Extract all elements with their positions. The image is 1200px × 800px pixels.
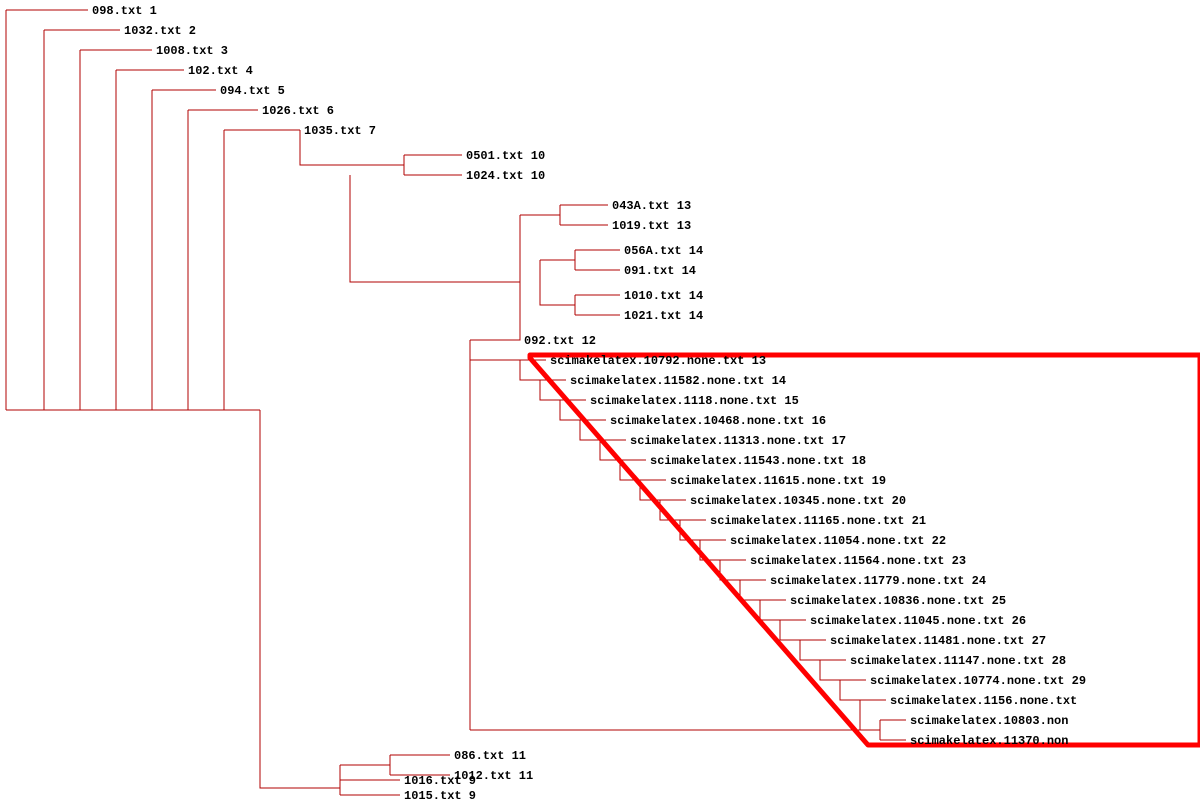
leaf-label: 1019.txt 13 bbox=[612, 219, 691, 233]
connector bbox=[860, 700, 880, 730]
leaf-label: 056A.txt 14 bbox=[624, 244, 703, 258]
connector bbox=[800, 640, 820, 660]
leaf-label: 1021.txt 14 bbox=[624, 309, 703, 323]
leaf-label: scimakelatex.11045.none.txt 26 bbox=[810, 614, 1026, 628]
leaf-label: scimakelatex.11615.none.txt 19 bbox=[670, 474, 886, 488]
leaf-label: scimakelatex.10468.none.txt 16 bbox=[610, 414, 826, 428]
connector bbox=[760, 600, 780, 620]
leaf-label: scimakelatex.10792.none.txt 13 bbox=[550, 354, 766, 368]
leaf-label: scimakelatex.11147.none.txt 28 bbox=[850, 654, 1066, 668]
leaf-label: 1010.txt 14 bbox=[624, 289, 703, 303]
leaf-label: scimakelatex.11370.non bbox=[910, 734, 1068, 748]
leaf-label: scimakelatex.11582.none.txt 14 bbox=[570, 374, 786, 388]
leaf-label: scimakelatex.10836.none.txt 25 bbox=[790, 594, 1006, 608]
leaf-label: 086.txt 11 bbox=[454, 749, 526, 763]
leaf-label: scimakelatex.1118.none.txt 15 bbox=[590, 394, 799, 408]
leaf-label: 043A.txt 13 bbox=[612, 199, 691, 213]
leaf-label-layer: 098.txt 1 1032.txt 2 1008.txt 3 102.txt 4 09… bbox=[92, 4, 1086, 800]
leaf-label: 1024.txt 10 bbox=[466, 169, 545, 183]
connector bbox=[840, 680, 860, 700]
leaf-label: scimakelatex.1156.none.txt bbox=[890, 694, 1077, 708]
dendrogram: 098.txt 1 1032.txt 2 1008.txt 3 102.txt 4 09… bbox=[0, 0, 1200, 800]
leaf-label: scimakelatex.11313.none.txt 17 bbox=[630, 434, 846, 448]
leaf-label: scimakelatex.11779.none.txt 24 bbox=[770, 574, 986, 588]
leaf-label: 094.txt 5 bbox=[220, 84, 285, 98]
leaf-label: 1016.txt 9 bbox=[404, 774, 476, 788]
connector bbox=[820, 660, 840, 680]
leaf-label: 1035.txt 7 bbox=[304, 124, 376, 138]
leaf-label: 102.txt 4 bbox=[188, 64, 253, 78]
leaf-label: 1008.txt 3 bbox=[156, 44, 228, 58]
leaf-label: 1032.txt 2 bbox=[124, 24, 196, 38]
leaf-label: scimakelatex.10774.none.txt 29 bbox=[870, 674, 1086, 688]
leaf-label: 1015.txt 9 bbox=[404, 789, 476, 800]
leaf-label: 098.txt 1 bbox=[92, 4, 157, 18]
connector bbox=[780, 620, 800, 640]
leaf-label: scimakelatex.11564.none.txt 23 bbox=[750, 554, 966, 568]
leaf-label: scimakelatex.10345.none.txt 20 bbox=[690, 494, 906, 508]
connector bbox=[260, 410, 340, 788]
leaf-label: scimakelatex.11481.none.txt 27 bbox=[830, 634, 1046, 648]
leaf-label: 0501.txt 10 bbox=[466, 149, 545, 163]
leaf-label: 092.txt 12 bbox=[524, 334, 596, 348]
leaf-label: 1026.txt 6 bbox=[262, 104, 334, 118]
leaf-label: scimakelatex.10803.non bbox=[910, 714, 1068, 728]
leaf-label: 091.txt 14 bbox=[624, 264, 696, 278]
leaf-label: scimakelatex.11165.none.txt 21 bbox=[710, 514, 926, 528]
connector bbox=[540, 260, 575, 305]
connector bbox=[470, 330, 520, 340]
leaf-label: scimakelatex.11054.none.txt 22 bbox=[730, 534, 946, 548]
connector bbox=[740, 580, 760, 600]
connector bbox=[350, 175, 520, 282]
leaf-label: scimakelatex.11543.none.txt 18 bbox=[650, 454, 866, 468]
